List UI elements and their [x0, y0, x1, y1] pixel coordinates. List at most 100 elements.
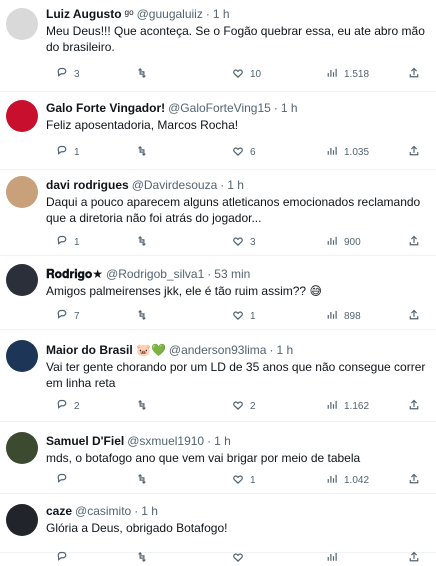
tweet-content: davi rodrigues @Davirdesouza · 1 h Daqui a p…	[46, 177, 430, 226]
like-icon	[232, 145, 244, 160]
views-icon	[326, 67, 338, 82]
views-button[interactable]: 1.042	[326, 472, 369, 488]
tweet-text: Meu Deus!!! Que aconteça. Se o Fogão que…	[46, 24, 425, 54]
retweet-icon	[136, 473, 148, 488]
tweet-content: 𝐑𝐨𝐝𝐫𝐢𝐠𝐨★ @Rodrigob_silva1 · 53 min Amigos pa…	[46, 266, 430, 299]
views-button[interactable]: 898	[326, 308, 361, 324]
views-icon	[326, 309, 338, 324]
like-button[interactable]: 1	[232, 308, 256, 324]
avatar[interactable]	[6, 340, 38, 372]
views-icon	[326, 473, 338, 488]
views-button[interactable]: 1.035	[326, 144, 369, 160]
like-button[interactable]: 6	[232, 144, 256, 160]
tweet-actions: 1 6 1.035	[46, 144, 419, 160]
reply-button[interactable]: 2	[56, 398, 80, 414]
author-name[interactable]: 𝐑𝐨𝐝𝐫𝐢𝐠𝐨★	[46, 266, 103, 282]
author-handle[interactable]: @Davirdesouza	[132, 177, 218, 193]
share-button[interactable]	[408, 472, 420, 488]
like-button[interactable]: 3	[232, 234, 256, 250]
author-name[interactable]: Galo Forte Vingador!	[46, 100, 165, 116]
reply-icon	[56, 399, 68, 414]
retweet-icon	[136, 67, 148, 82]
tweet-time[interactable]: 1 h	[276, 342, 293, 358]
share-button[interactable]	[408, 144, 420, 160]
share-button[interactable]	[408, 66, 420, 82]
tweet[interactable]: 𝐑𝐨𝐝𝐫𝐢𝐠𝐨★ @Rodrigob_silva1 · 53 min Amigos pa…	[0, 256, 436, 330]
author-handle[interactable]: @anderson93lima	[169, 342, 267, 358]
share-button[interactable]	[408, 234, 420, 250]
share-icon	[408, 309, 420, 324]
retweet-button[interactable]	[136, 234, 154, 250]
tweet-time[interactable]: 53 min	[214, 266, 250, 282]
author-handle[interactable]: @sxmuel1910	[127, 433, 204, 449]
reply-button[interactable]: 3	[56, 66, 80, 82]
avatar[interactable]	[6, 264, 38, 296]
tweet-actions: 1 3 900	[46, 234, 419, 250]
tweet-text: Daqui a pouco aparecem alguns atleticano…	[46, 195, 421, 225]
tweet[interactable]: Galo Forte Vingador! @GaloForteVing15 · 1 h…	[0, 92, 436, 170]
like-icon	[232, 399, 244, 414]
tweet[interactable]: Maior do Brasil 🐷💚 @anderson93lima · 1 h Vai…	[0, 330, 436, 422]
author-handle[interactable]: @GaloForteVing15	[168, 100, 271, 116]
like-button[interactable]	[232, 550, 250, 566]
reply-button[interactable]	[56, 472, 74, 488]
views-button[interactable]	[326, 550, 344, 566]
tweet[interactable]: davi rodrigues @Davirdesouza · 1 h Daqui a p…	[0, 170, 436, 256]
share-button[interactable]	[408, 550, 420, 566]
avatar[interactable]	[6, 432, 38, 464]
retweet-button[interactable]	[136, 550, 154, 566]
tweet-time[interactable]: 1 h	[213, 6, 230, 22]
tweet-content: Samuel D'Fiel @sxmuel1910 · 1 h mds, o botaf…	[46, 433, 430, 466]
tweet-time[interactable]: 1 h	[281, 100, 298, 116]
tweet-header: 𝐑𝐨𝐝𝐫𝐢𝐠𝐨★ @Rodrigob_silva1 · 53 min	[46, 266, 430, 282]
separator-dot: ·	[273, 101, 278, 115]
share-icon	[408, 235, 420, 250]
reply-button[interactable]: 7	[56, 308, 80, 324]
reply-button[interactable]: 1	[56, 234, 80, 250]
replies-count: 1	[74, 236, 80, 248]
tweet-time[interactable]: 1 h	[227, 177, 244, 193]
author-handle[interactable]: @casimito	[75, 503, 131, 519]
author-handle[interactable]: @guugaluiiz	[137, 6, 203, 22]
tweet[interactable]: caze @casimito · 1 h Glória a Deus, obrigado…	[0, 494, 436, 562]
tweet-time[interactable]: 1 h	[141, 503, 158, 519]
avatar[interactable]	[6, 504, 38, 536]
like-button[interactable]: 2	[232, 398, 256, 414]
share-button[interactable]	[408, 398, 420, 414]
likes-count: 1	[250, 310, 256, 322]
tweet-time[interactable]: 1 h	[214, 433, 231, 449]
retweet-button[interactable]	[136, 66, 154, 82]
share-button[interactable]	[408, 308, 420, 324]
author-name[interactable]: Samuel D'Fiel	[46, 433, 124, 449]
avatar[interactable]	[6, 176, 38, 208]
reply-button[interactable]: 1	[56, 144, 80, 160]
reply-button[interactable]	[56, 550, 74, 566]
author-name[interactable]: Luiz Augusto	[46, 6, 122, 22]
likes-count: 10	[250, 68, 262, 80]
avatar[interactable]	[6, 8, 38, 40]
author-name[interactable]: caze	[46, 503, 72, 519]
retweet-button[interactable]	[136, 472, 154, 488]
views-button[interactable]: 1.518	[326, 66, 369, 82]
avatar[interactable]	[6, 100, 38, 132]
views-count: 900	[344, 236, 361, 248]
like-button[interactable]: 1	[232, 472, 256, 488]
tweet-content: Maior do Brasil 🐷💚 @anderson93lima · 1 h Vai…	[46, 342, 430, 391]
like-button[interactable]: 10	[232, 66, 261, 82]
views-button[interactable]: 900	[326, 234, 361, 250]
retweet-button[interactable]	[136, 398, 154, 414]
views-button[interactable]: 1.162	[326, 398, 369, 414]
likes-count: 3	[250, 236, 256, 248]
author-name[interactable]: Maior do Brasil 🐷💚	[46, 342, 166, 358]
retweet-button[interactable]	[136, 144, 154, 160]
author-handle[interactable]: @Rodrigob_silva1	[106, 266, 204, 282]
tweet[interactable]: Samuel D'Fiel @sxmuel1910 · 1 h mds, o botaf…	[0, 422, 436, 494]
tweet[interactable]: Luiz Augusto ᵍᵒ @guugaluiiz · 1 h Meu Deus!!!…	[0, 0, 436, 92]
reply-icon	[56, 235, 68, 250]
separator-dot: ·	[207, 267, 212, 281]
views-icon	[326, 235, 338, 250]
separator-dot: ·	[207, 434, 212, 448]
retweet-button[interactable]	[136, 308, 154, 324]
author-name[interactable]: davi rodrigues	[46, 177, 129, 193]
tweet-content: Galo Forte Vingador! @GaloForteVing15 · 1 h…	[46, 100, 430, 133]
